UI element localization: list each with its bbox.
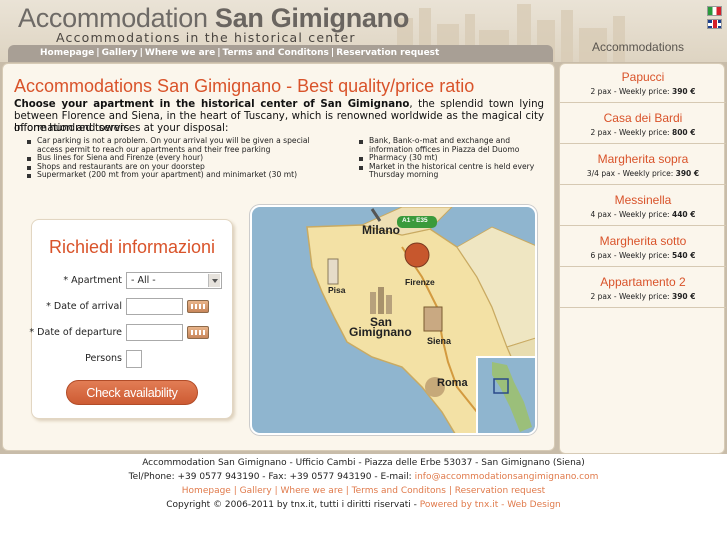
pisa-tower-icon <box>327 258 339 285</box>
english-flag-icon[interactable] <box>707 19 722 29</box>
footer-email-link[interactable]: info@accommodationsangimignano.com <box>415 472 599 482</box>
form-title: Richiedi informazioni <box>48 237 216 257</box>
san-gimignano-towers-icon <box>370 292 376 314</box>
list-item: Market in the historical centre is held … <box>357 162 537 180</box>
list-item: Bank, Bank-o-mat and exchange and inform… <box>357 136 537 154</box>
map-label-milano: Milano <box>362 223 400 237</box>
check-availability-button[interactable]: Check availability <box>66 380 198 405</box>
accommodation-desc: 2 pax - Weekly price: 390 € <box>590 87 696 96</box>
footer-link-gallery[interactable]: Gallery <box>240 486 272 496</box>
map-label-highway: A1 - E35 <box>402 217 428 224</box>
footer-contact: Tel/Phone: +39 0577 943190 - Fax: +39 05… <box>128 472 599 482</box>
page-bottom <box>0 512 727 545</box>
services-list-right: Bank, Bank-o-mat and exchange and inform… <box>357 136 537 180</box>
map-graphic <box>306 207 535 433</box>
list-item: Supermarket (200 mt from your apartment)… <box>25 170 325 180</box>
info-request-form: Richiedi informazioni * Apartment - All … <box>29 219 233 419</box>
accommodation-item-appartamento-2[interactable]: Appartamento 2 2 pax - Weekly price: 390… <box>560 268 726 308</box>
departure-date-input[interactable] <box>126 324 183 341</box>
footer-link-where-we-are[interactable]: Where we are <box>281 486 343 496</box>
services-list-left: Car parking is not a problem. On your ar… <box>25 136 325 180</box>
departure-row: * Date of departure <box>29 324 232 342</box>
accommodation-name[interactable]: Margherita sopra <box>560 152 726 166</box>
accommodation-desc: 2 pax - Weekly price: 800 € <box>590 128 696 137</box>
calendar-icon[interactable] <box>187 326 209 339</box>
arrival-date-input[interactable] <box>126 298 183 315</box>
accommodation-item-messinella[interactable]: Messinella 4 pax - Weekly price: 440 € <box>560 186 726 226</box>
accommodations-heading: Accommodations <box>592 40 685 54</box>
footer-copyright: Copyright © 2006-2011 by tnx.it, tutti i… <box>166 500 561 510</box>
nav-gallery[interactable]: Gallery <box>102 48 138 58</box>
footer: Accommodation San Gimignano - Ufficio Ca… <box>0 456 727 512</box>
accommodation-name[interactable]: Appartamento 2 <box>560 275 726 289</box>
map-label-gimignano: Gimignano <box>349 325 412 339</box>
italian-flag-icon[interactable] <box>707 6 722 16</box>
nav-terms[interactable]: Terms and Conditons <box>223 48 329 58</box>
map-label-siena: Siena <box>427 336 452 346</box>
accommodation-item-margherita-sopra[interactable]: Margherita sopra 3/4 pax - Weekly price:… <box>560 145 726 185</box>
persons-input[interactable] <box>126 350 142 368</box>
footer-link-reservation[interactable]: Reservation request <box>455 486 545 496</box>
header: Accommodation San Gimignano Accommodatio… <box>0 0 727 62</box>
apartment-select[interactable]: - All - <box>126 272 222 289</box>
persons-label: Persons <box>85 353 122 364</box>
list-item: Car parking is not a problem. On your ar… <box>25 136 325 154</box>
accommodation-item-casa-dei-bardi[interactable]: Casa dei Bardi 2 pax - Weekly price: 800… <box>560 104 726 144</box>
nav-reservation[interactable]: Reservation request <box>336 48 439 58</box>
calendar-icon[interactable] <box>187 300 209 313</box>
services-title: Information and services at your disposa… <box>14 123 229 134</box>
tuscany-map: Milano A1 - E35 Pisa Firenze San Gimigna… <box>250 205 537 435</box>
footer-links: Homepage | Gallery | Where we are | Term… <box>181 486 546 496</box>
accommodation-item-margherita-sotto[interactable]: Margherita sotto 6 pax - Weekly price: 5… <box>560 227 726 267</box>
map-label-roma: Roma <box>437 377 468 389</box>
accommodation-name[interactable]: Papucci <box>560 70 726 84</box>
footer-address: Accommodation San Gimignano - Ufficio Ca… <box>142 458 585 468</box>
apartment-row: * Apartment - All - <box>32 272 232 290</box>
apartment-label: * Apartment <box>63 275 122 286</box>
footer-link-terms[interactable]: Terms and Conditons <box>352 486 446 496</box>
page-title: Accommodations San Gimignano - Best qual… <box>14 76 475 96</box>
arrival-row: * Date of arrival <box>32 298 232 316</box>
footer-powered-link[interactable]: Powered by tnx.it - Web Design <box>420 500 561 510</box>
departure-label: * Date of departure <box>29 327 122 338</box>
accommodation-name[interactable]: Messinella <box>560 193 726 207</box>
accommodation-desc: 3/4 pax - Weekly price: 390 € <box>586 169 700 178</box>
accommodation-name[interactable]: Casa dei Bardi <box>560 111 726 125</box>
persons-row: Persons <box>32 350 232 368</box>
accommodation-desc: 2 pax - Weekly price: 390 € <box>590 292 696 301</box>
map-label-firenze: Firenze <box>405 277 435 287</box>
siena-icon <box>423 306 443 332</box>
footer-link-homepage[interactable]: Homepage <box>182 486 231 496</box>
top-navigation: Homepage | Gallery | Where we are | Terms and … <box>8 45 553 62</box>
accommodation-item-papucci[interactable]: Papucci 2 pax - Weekly price: 390 € <box>560 63 726 103</box>
chevron-down-icon[interactable] <box>208 274 220 287</box>
accommodation-desc: 6 pax - Weekly price: 540 € <box>590 251 696 260</box>
language-switcher <box>707 6 722 32</box>
arrival-label: * Date of arrival <box>46 301 122 312</box>
florence-dome-icon <box>404 242 430 268</box>
map-label-pisa: Pisa <box>328 285 346 295</box>
nav-homepage[interactable]: Homepage <box>40 48 94 58</box>
accommodation-name[interactable]: Margherita sotto <box>560 234 726 248</box>
nav-where-we-are[interactable]: Where we are <box>145 48 215 58</box>
accommodations-list: Papucci 2 pax - Weekly price: 390 € Casa… <box>560 63 726 454</box>
site-subtitle: Accommodations in the historical center <box>56 30 356 45</box>
accommodation-desc: 4 pax - Weekly price: 440 € <box>590 210 696 219</box>
